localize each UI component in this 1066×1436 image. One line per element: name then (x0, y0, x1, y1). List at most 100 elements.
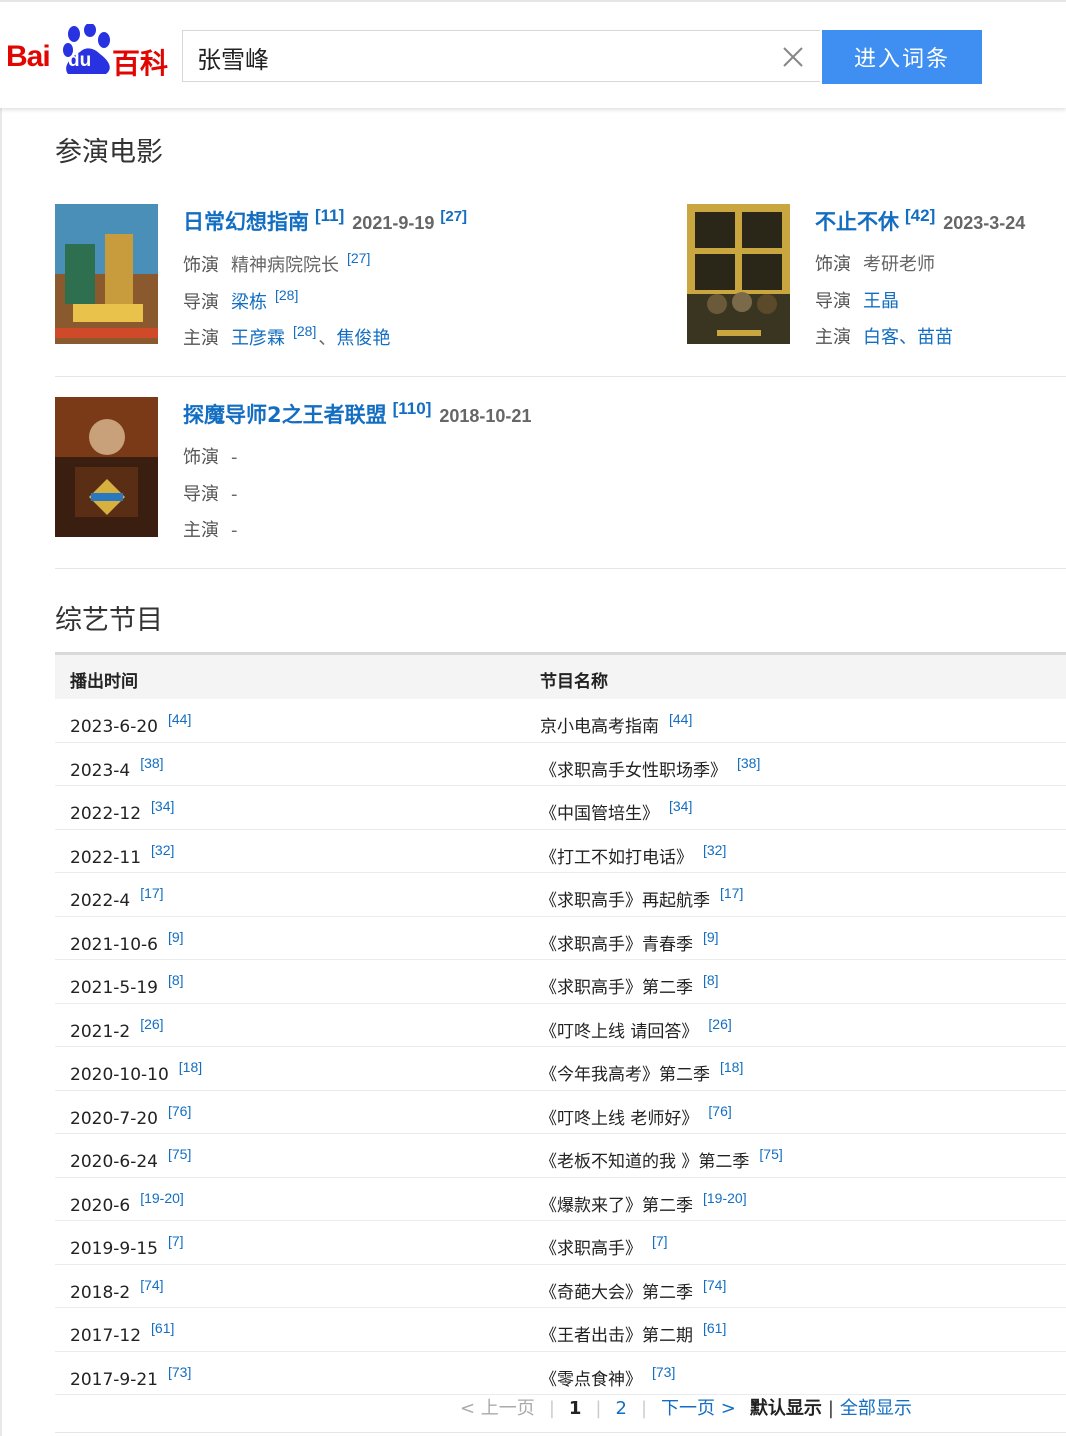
baidu-baike-logo[interactable]: Bai du 百科 (6, 24, 168, 80)
reference-link[interactable]: [26] (708, 1016, 731, 1032)
role-value: 精神病院院长 (231, 255, 339, 276)
table-row: 2020-6-24 [75] 《老板不知道的我 》第二季 [75] (55, 1134, 1066, 1178)
reference-link[interactable]: [17] (140, 885, 163, 901)
reference-link[interactable]: [38] (737, 755, 760, 771)
cast-link[interactable]: 白客 (863, 327, 899, 348)
reference-link[interactable]: [18] (179, 1059, 202, 1075)
reference-link[interactable]: [8] (168, 972, 184, 988)
reference-link[interactable]: [28] (275, 287, 298, 303)
program-name-cell: 《打工不如打电话》 [32] (540, 842, 726, 868)
director-link[interactable]: 王晶 (863, 291, 899, 312)
reference-link[interactable]: [75] (168, 1146, 191, 1162)
variety-section-title: 综艺节目 (55, 605, 163, 636)
reference-link[interactable]: [73] (168, 1364, 191, 1380)
reference-link[interactable]: [11] (315, 206, 344, 225)
reference-link[interactable]: [75] (759, 1146, 782, 1162)
page-1-button[interactable]: 1 (569, 1398, 582, 1419)
cast-link[interactable]: 王彦霖 (231, 328, 285, 349)
role-label: 饰演 (183, 255, 219, 276)
reference-link[interactable]: [19-20] (140, 1190, 184, 1206)
air-date-cell: 2022-11 [32] (70, 842, 174, 868)
enter-entry-button[interactable]: 进入词条 (822, 30, 982, 84)
air-date: 2022-12 (70, 804, 142, 824)
film-poster[interactable] (687, 204, 790, 344)
reference-link[interactable]: [27] (440, 208, 467, 225)
films-section-title: 参演电影 (55, 137, 163, 168)
film-cast-row: 主演 白客、苗苗 (815, 323, 953, 349)
section-divider (55, 568, 1066, 569)
reference-link[interactable]: [32] (151, 842, 174, 858)
left-divider (0, 106, 2, 1436)
prev-page-button[interactable]: < 上一页 (460, 1394, 535, 1420)
reference-link[interactable]: [34] (151, 798, 174, 814)
film-title-link[interactable]: 探魔导师2之王者联盟 (183, 403, 387, 427)
cast-link[interactable]: 苗苗 (917, 327, 953, 348)
table-row: 2020-7-20 [76] 《叮咚上线 老师好》 [76] (55, 1091, 1066, 1134)
pager-divider: | (640, 1398, 648, 1419)
program-name-cell: 《求职高手》再起航季 [17] (540, 885, 743, 911)
reference-link[interactable]: [32] (703, 842, 726, 858)
film-director-row: 导演 王晶 (815, 287, 899, 313)
reference-link[interactable]: [7] (652, 1233, 668, 1249)
search-input[interactable] (195, 39, 759, 75)
role-label: 饰演 (183, 447, 219, 468)
reference-link[interactable]: [38] (140, 755, 163, 771)
film-poster[interactable] (55, 204, 158, 344)
film-title-link[interactable]: 日常幻想指南 (183, 210, 309, 234)
director-link[interactable]: 梁栋 (231, 292, 267, 313)
reference-link[interactable]: [74] (140, 1277, 163, 1293)
show-all-button[interactable]: 全部显示 (840, 1394, 912, 1420)
reference-link[interactable]: [34] (669, 798, 692, 814)
reference-link[interactable]: [19-20] (703, 1190, 747, 1206)
director-label: 导演 (815, 291, 851, 312)
default-display-button[interactable]: 默认显示 (750, 1394, 822, 1420)
reference-link[interactable]: [7] (168, 1233, 184, 1249)
reference-link[interactable]: [28] (293, 323, 316, 339)
program-name: 《求职高手》青春季 (540, 934, 693, 955)
reference-link[interactable]: [42] (905, 206, 935, 225)
reference-link[interactable]: [9] (168, 929, 184, 945)
table-row: 2022-11 [32] 《打工不如打电话》 [32] (55, 830, 1066, 873)
next-page-button[interactable]: 下一页 > (661, 1394, 736, 1420)
reference-link[interactable]: [9] (703, 929, 719, 945)
reference-link[interactable]: [17] (720, 885, 743, 901)
reference-link[interactable]: [73] (652, 1364, 675, 1380)
reference-link[interactable]: [61] (703, 1320, 726, 1336)
air-date-cell: 2020-6 [19-20] (70, 1190, 184, 1216)
table-row: 2022-4 [17] 《求职高手》再起航季 [17] (55, 873, 1066, 917)
film-poster[interactable] (55, 397, 158, 537)
reference-link[interactable]: [44] (669, 711, 692, 727)
reference-link[interactable]: [76] (708, 1103, 731, 1119)
reference-link[interactable]: [26] (140, 1016, 163, 1032)
reference-link[interactable]: [110] (393, 399, 432, 418)
air-date: 2017-9-21 (70, 1369, 158, 1390)
clear-icon[interactable] (781, 45, 805, 69)
table-row: 2023-4 [38] 《求职高手女性职场季》 [38] (55, 743, 1066, 786)
program-name: 《叮咚上线 请回答》 (540, 1021, 699, 1042)
search-box (182, 30, 820, 82)
reference-link[interactable]: [18] (720, 1059, 743, 1075)
reference-link[interactable]: [27] (347, 250, 370, 266)
air-date: 2020-6-24 (70, 1152, 158, 1172)
reference-link[interactable]: [76] (168, 1103, 191, 1119)
air-date-cell: 2023-6-20 [44] (70, 711, 191, 737)
pagination: < 上一页 | 1 | 2 | 下一页 > 默认显示 | 全部显示 (460, 1394, 912, 1420)
table-row: 2018-2 [74] 《奇葩大会》第二季 [74] (55, 1265, 1066, 1308)
air-date-cell: 2022-12 [34] (70, 798, 174, 824)
reference-link[interactable]: [44] (168, 711, 191, 727)
table-row: 2020-10-10 [18] 《今年我高考》第二季 [18] (55, 1047, 1066, 1091)
program-name-cell: 《奇葩大会》第二季 [74] (540, 1277, 726, 1303)
cast-link[interactable]: 焦俊艳 (336, 328, 390, 349)
film-title-link[interactable]: 不止不休 (815, 210, 899, 234)
reference-link[interactable]: [74] (703, 1277, 726, 1293)
film-row-divider (55, 376, 1066, 377)
film-date: 2021-9-19 (352, 213, 435, 233)
reference-link[interactable]: [8] (703, 972, 719, 988)
reference-link[interactable]: [61] (151, 1320, 174, 1336)
film-role-row: 饰演 - (183, 443, 238, 469)
page-2-button[interactable]: 2 (616, 1398, 627, 1419)
program-name: 京小电高考指南 (540, 717, 659, 737)
film-director-row: 导演 - (183, 480, 238, 506)
air-date: 2020-10-10 (70, 1065, 169, 1085)
cast-value: - (231, 520, 238, 541)
